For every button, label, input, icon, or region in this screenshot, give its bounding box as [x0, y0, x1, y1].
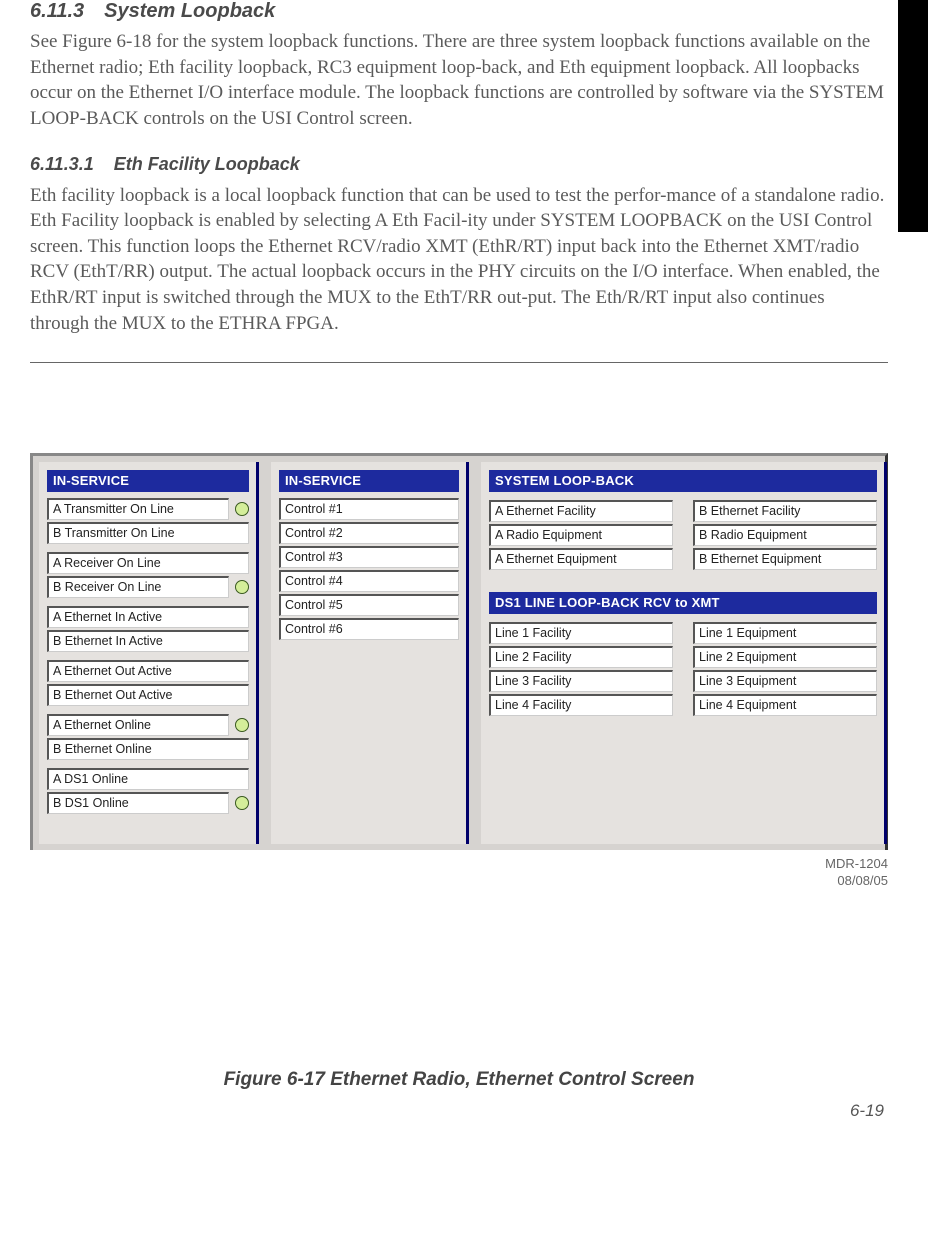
control-row: Control #4	[279, 570, 459, 592]
status-field[interactable]: A Receiver On Line	[47, 552, 249, 574]
status-field[interactable]: B DS1 Online	[47, 792, 229, 814]
section-title: System Loopback	[104, 0, 275, 22]
status-led-icon	[235, 580, 249, 594]
ds1-loopback-button[interactable]: Line 1 Facility	[489, 622, 673, 644]
loopback-button[interactable]: B Radio Equipment	[693, 524, 877, 546]
status-field[interactable]: B Ethernet In Active	[47, 630, 249, 652]
loopback-button[interactable]: A Radio Equipment	[489, 524, 673, 546]
subsection-number: 6.11.3.1	[30, 154, 94, 174]
control-button[interactable]: Control #1	[279, 498, 459, 520]
panel-header: IN-SERVICE	[47, 470, 249, 492]
status-field[interactable]: A DS1 Online	[47, 768, 249, 790]
status-row: A DS1 Online	[47, 768, 249, 790]
control-row: Control #6	[279, 618, 459, 640]
doc-date: 08/08/05	[837, 873, 888, 888]
status-row: B Ethernet Out Active	[47, 684, 249, 706]
in-service-status-panel: IN-SERVICE A Transmitter On Line B Trans…	[39, 462, 257, 844]
status-row: A Ethernet Online	[47, 714, 249, 736]
figure-footer: MDR-1204 08/08/05	[30, 856, 888, 889]
status-row: A Ethernet In Active	[47, 606, 249, 628]
status-row: A Transmitter On Line	[47, 498, 249, 520]
divider	[30, 362, 888, 363]
in-service-controls-panel: IN-SERVICE Control #1 Control #2 Control…	[271, 462, 467, 844]
control-row: Control #2	[279, 522, 459, 544]
panel-header: SYSTEM LOOP-BACK	[489, 470, 877, 492]
control-button[interactable]: Control #4	[279, 570, 459, 592]
status-led-icon	[235, 796, 249, 810]
control-button[interactable]: Control #3	[279, 546, 459, 568]
section-heading: 6.11.3 System Loopback	[30, 0, 888, 23]
loopback-button[interactable]: A Ethernet Equipment	[489, 548, 673, 570]
ds1-loopback-button[interactable]: Line 3 Equipment	[693, 670, 877, 692]
section-number: 6.11.3	[30, 0, 84, 22]
status-row: B DS1 Online	[47, 792, 249, 814]
panel-header: IN-SERVICE	[279, 470, 459, 492]
status-field[interactable]: A Transmitter On Line	[47, 498, 229, 520]
control-row: Control #5	[279, 594, 459, 616]
ds1-loopback-button[interactable]: Line 4 Equipment	[693, 694, 877, 716]
status-row: B Ethernet Online	[47, 738, 249, 760]
status-field[interactable]: B Transmitter On Line	[47, 522, 249, 544]
status-field[interactable]: B Receiver On Line	[47, 576, 229, 598]
page-number: 6-19	[30, 1101, 884, 1121]
subsection-heading: 6.11.3.1 Eth Facility Loopback	[30, 154, 888, 175]
status-led-icon	[235, 502, 249, 516]
status-field[interactable]: A Ethernet In Active	[47, 606, 249, 628]
usi-control-screen: IN-SERVICE A Transmitter On Line B Trans…	[30, 453, 888, 889]
subsection-title: Eth Facility Loopback	[114, 154, 300, 174]
figure-caption: Figure 6-17 Ethernet Radio, Ethernet Con…	[30, 1069, 888, 1091]
status-led-icon	[235, 718, 249, 732]
status-field[interactable]: A Ethernet Online	[47, 714, 229, 736]
ds1-loopback-button[interactable]: Line 1 Equipment	[693, 622, 877, 644]
status-row: B Transmitter On Line	[47, 522, 249, 544]
paragraph-1: See Figure 6-18 for the system loopback …	[30, 29, 888, 132]
paragraph-2: Eth facility loopback is a local loopbac…	[30, 183, 888, 337]
status-row: B Ethernet In Active	[47, 630, 249, 652]
loopback-button[interactable]: B Ethernet Facility	[693, 500, 877, 522]
status-row: B Receiver On Line	[47, 576, 249, 598]
ds1-loopback-button[interactable]: Line 3 Facility	[489, 670, 673, 692]
ds1-loopback-button[interactable]: Line 4 Facility	[489, 694, 673, 716]
status-field[interactable]: B Ethernet Online	[47, 738, 249, 760]
loopback-button[interactable]: A Ethernet Facility	[489, 500, 673, 522]
loopback-panel: SYSTEM LOOP-BACK A Ethernet Facility A R…	[481, 462, 885, 844]
control-button[interactable]: Control #2	[279, 522, 459, 544]
status-row: A Ethernet Out Active	[47, 660, 249, 682]
control-row: Control #3	[279, 546, 459, 568]
control-row: Control #1	[279, 498, 459, 520]
section-tab	[898, 0, 928, 232]
control-button[interactable]: Control #6	[279, 618, 459, 640]
panel-header: DS1 LINE LOOP-BACK RCV to XMT	[489, 592, 877, 614]
status-row: A Receiver On Line	[47, 552, 249, 574]
ds1-loopback-button[interactable]: Line 2 Facility	[489, 646, 673, 668]
ds1-loopback-button[interactable]: Line 2 Equipment	[693, 646, 877, 668]
status-field[interactable]: B Ethernet Out Active	[47, 684, 249, 706]
status-field[interactable]: A Ethernet Out Active	[47, 660, 249, 682]
control-button[interactable]: Control #5	[279, 594, 459, 616]
doc-id: MDR-1204	[825, 856, 888, 871]
loopback-button[interactable]: B Ethernet Equipment	[693, 548, 877, 570]
